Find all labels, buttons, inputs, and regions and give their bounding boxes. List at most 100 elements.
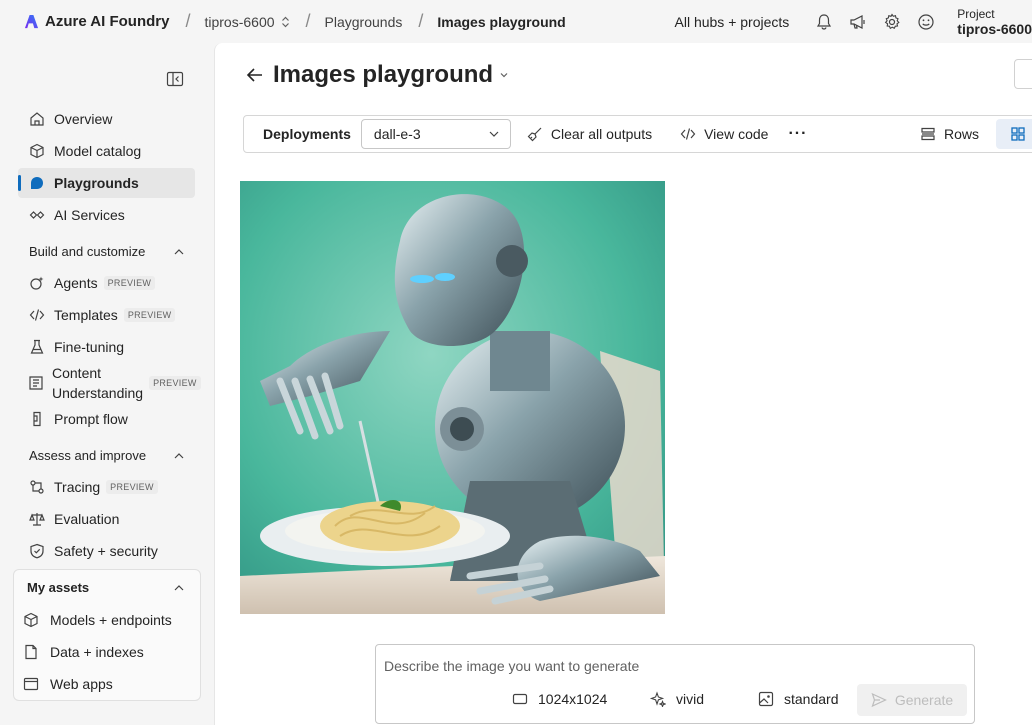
sidebar-item-models-endpoints[interactable]: Models + endpoints (22, 605, 172, 635)
sidebar-item-label: Safety + security (54, 543, 158, 559)
back-arrow-icon[interactable] (245, 65, 265, 85)
my-assets-panel: My assets Models + endpoints Data + inde… (13, 569, 201, 701)
grid-icon (1011, 127, 1025, 141)
breadcrumb-separator: / (418, 11, 424, 31)
generate-label: Generate (894, 692, 954, 708)
cube-icon (22, 611, 40, 629)
megaphone-icon[interactable] (848, 12, 868, 32)
cube-icon (28, 142, 46, 160)
home-icon (28, 110, 46, 128)
sidebar-item-tracing[interactable]: Tracing PREVIEW (18, 472, 195, 502)
bell-icon[interactable] (814, 12, 834, 32)
breadcrumb-hub[interactable]: tipros-6600 (204, 14, 289, 30)
chevron-up-icon (174, 584, 184, 590)
sidebar-item-evaluation[interactable]: Evaluation (18, 504, 195, 534)
deployment-value: dall-e-3 (373, 126, 421, 142)
breadcrumb-playgrounds[interactable]: Playgrounds (325, 14, 403, 30)
style-option[interactable]: vivid (650, 691, 704, 707)
sidebar-item-agents[interactable]: Agents PREVIEW (18, 268, 195, 298)
image-icon (758, 691, 774, 707)
view-code-button[interactable]: View code (680, 126, 768, 142)
sidebar-item-label: Content Understanding (52, 365, 144, 401)
preview-badge: PREVIEW (106, 480, 158, 494)
send-icon (871, 692, 887, 708)
sidebar-item-web-apps[interactable]: Web apps (22, 669, 113, 699)
sidebar-item-overview[interactable]: Overview (18, 104, 195, 134)
sidebar-item-label: AI Services (54, 207, 125, 223)
rows-view-button[interactable]: Rows (920, 126, 979, 142)
toolbar: Deployments dall-e-3 Clear all outputs V… (243, 115, 1032, 153)
generated-image[interactable] (240, 181, 665, 614)
size-value: 1024x1024 (538, 691, 608, 707)
more-options-icon[interactable]: ··· (788, 125, 807, 143)
scales-icon (28, 510, 46, 528)
gear-icon[interactable] (882, 12, 902, 32)
sparkle-icon (650, 691, 666, 707)
project-switcher[interactable]: Project tipros-6600 (957, 7, 1032, 37)
sidebar: Overview Model catalog Playgrounds AI Se… (0, 43, 214, 725)
chevron-up-icon (174, 248, 184, 254)
smiley-feedback-icon[interactable] (916, 12, 936, 32)
sidebar-item-playgrounds[interactable]: Playgrounds (18, 168, 195, 198)
breadcrumb-separator: / (185, 11, 191, 31)
sidebar-item-safety-security[interactable]: Safety + security (18, 536, 195, 566)
sidebar-item-label: Web apps (50, 676, 113, 692)
quality-value: standard (784, 691, 839, 707)
deployments-label: Deployments (263, 126, 351, 142)
view-code-label: View code (704, 126, 769, 142)
top-right-area: All hubs + projects Project tipros-6600 (675, 0, 1032, 43)
flow-icon (28, 410, 46, 428)
tracing-icon (28, 478, 46, 496)
sidebar-item-label: Prompt flow (54, 411, 128, 427)
sidebar-item-label: Model catalog (54, 143, 142, 159)
chevron-down-icon[interactable] (499, 70, 509, 80)
document-list-icon (28, 374, 44, 392)
rows-label: Rows (944, 126, 980, 142)
quality-option[interactable]: standard (758, 691, 838, 707)
brand-name: Azure AI Foundry (45, 13, 170, 30)
rows-icon (921, 127, 935, 141)
flask-icon (28, 338, 46, 356)
link-icon (28, 206, 46, 224)
sidebar-item-label: Agents (54, 275, 98, 291)
all-hubs-link[interactable]: All hubs + projects (675, 14, 790, 30)
section-title: Build and customize (29, 244, 146, 259)
section-title: Assess and improve (29, 448, 147, 463)
up-down-chevron-icon (281, 16, 290, 28)
section-my-assets[interactable]: My assets (27, 580, 185, 595)
project-name: tipros-6600 (957, 20, 1032, 37)
prompt-composer: 1024x1024 vivid standard Generate (375, 644, 975, 724)
sidebar-item-fine-tuning[interactable]: Fine-tuning (18, 332, 195, 362)
shield-check-icon (28, 542, 46, 560)
sidebar-item-label: Playgrounds (54, 175, 139, 191)
sidebar-item-ai-services[interactable]: AI Services (18, 200, 195, 230)
sidebar-item-model-catalog[interactable]: Model catalog (18, 136, 195, 166)
grid-view-button[interactable] (996, 119, 1032, 149)
main-content: Images playground Deployments dall-e-3 C… (214, 43, 1032, 725)
header-action-button[interactable] (1014, 59, 1032, 89)
sidebar-item-label: Models + endpoints (50, 612, 172, 628)
prompt-input[interactable] (384, 658, 964, 674)
size-option[interactable]: 1024x1024 (512, 691, 607, 707)
deployment-select[interactable]: dall-e-3 (360, 119, 511, 149)
sidebar-item-templates[interactable]: Templates PREVIEW (18, 300, 195, 330)
sidebar-item-content-understanding[interactable]: Content Understanding PREVIEW (18, 363, 201, 403)
preview-badge: PREVIEW (123, 308, 176, 322)
style-value: vivid (676, 691, 705, 707)
code-icon (680, 128, 696, 140)
sidebar-item-data-indexes[interactable]: Data + indexes (22, 637, 144, 667)
sidebar-item-label: Templates (54, 307, 118, 323)
sidebar-item-prompt-flow[interactable]: Prompt flow (18, 404, 195, 434)
section-assess-and-improve[interactable]: Assess and improve (29, 448, 185, 463)
section-build-and-customize[interactable]: Build and customize (29, 244, 185, 259)
clear-all-outputs-button[interactable]: Clear all outputs (527, 126, 652, 142)
page-header: Images playground (245, 61, 509, 89)
preview-badge: PREVIEW (149, 376, 201, 390)
top-bar: Azure AI Foundry / tipros-6600 / Playgro… (0, 0, 1032, 43)
collapse-sidebar-icon[interactable] (166, 71, 184, 87)
aspect-ratio-icon (512, 693, 528, 705)
generate-button[interactable]: Generate (857, 684, 967, 716)
document-icon (22, 643, 40, 661)
brand[interactable]: Azure AI Foundry (24, 13, 169, 30)
agent-sparkle-icon (28, 274, 46, 292)
